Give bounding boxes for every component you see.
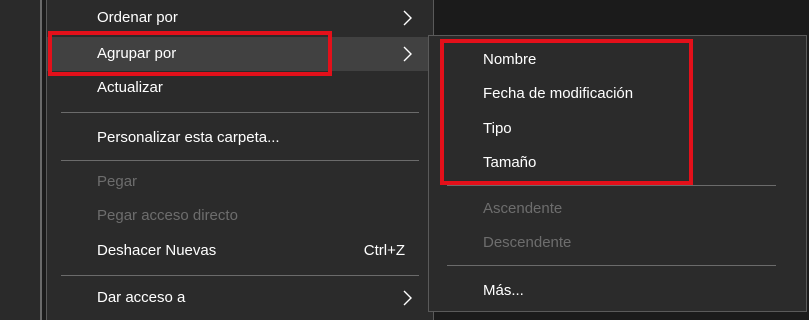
menu-item-label: Tipo [483,120,512,137]
menu-item-label: Dar acceso a [97,289,186,306]
menu-item-pegar: Pegar [47,165,433,199]
chevron-right-icon [401,37,415,71]
menu-item-agrupar-por[interactable]: Agrupar por [47,37,433,71]
menu-item-label: Pegar [97,173,138,190]
menu-separator [447,265,776,266]
menu-item-actualizar[interactable]: Actualizar [47,71,433,105]
submenu-item-tipo[interactable]: Tipo [429,112,806,146]
menu-item-label: Deshacer Nuevas [97,242,217,259]
menu-item-label: Fecha de modificación [483,85,634,102]
screen: Ordenar por Agrupar por Actualizar Perso… [0,0,809,320]
group-by-submenu: Nombre Fecha de modificación Tipo Tamaño… [428,35,807,312]
menu-separator [61,275,419,276]
menu-separator [61,112,419,113]
menu-item-ordenar-por[interactable]: Ordenar por [47,1,433,35]
submenu-item-nombre[interactable]: Nombre [429,43,806,77]
menu-item-personalizar[interactable]: Personalizar esta carpeta... [47,121,433,155]
menu-item-label: Actualizar [97,79,163,96]
window-edge [0,0,41,320]
menu-item-label: Ordenar por [97,9,178,26]
submenu-item-mas[interactable]: Más... [429,274,806,308]
window-border [40,0,42,320]
context-menu: Ordenar por Agrupar por Actualizar Perso… [46,0,434,320]
menu-item-label: Pegar acceso directo [97,207,238,224]
submenu-item-ascendente: Ascendente [429,192,806,226]
menu-item-label: Agrupar por [97,45,177,62]
menu-item-pegar-acceso-directo: Pegar acceso directo [47,199,433,233]
menu-item-label: Tamaño [483,154,537,171]
menu-item-label: Personalizar esta carpeta... [97,129,280,146]
chevron-right-icon [401,281,415,315]
menu-item-dar-acceso[interactable]: Dar acceso a [47,281,433,315]
menu-separator [61,160,419,161]
submenu-item-tamano[interactable]: Tamaño [429,146,806,180]
submenu-item-descendente: Descendente [429,226,806,260]
menu-separator [447,185,776,186]
shortcut-label: Ctrl+Z [363,242,405,259]
menu-item-label: Nombre [483,51,537,68]
chevron-right-icon [401,1,415,35]
menu-item-label: Ascendente [483,200,563,217]
menu-item-label: Descendente [483,234,572,251]
menu-item-deshacer[interactable]: Deshacer Nuevas Ctrl+Z [47,234,433,268]
submenu-item-fecha[interactable]: Fecha de modificación [429,77,806,111]
menu-item-label: Más... [483,282,524,299]
